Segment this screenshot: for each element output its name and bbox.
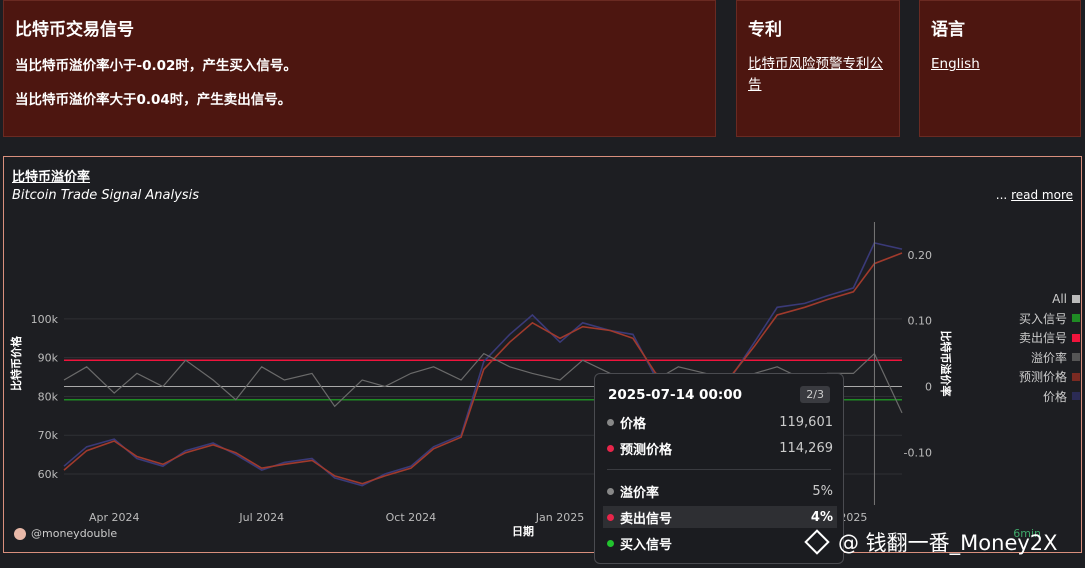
legend-item[interactable]: 买入信号	[1000, 309, 1080, 329]
watermark: @ 钱翻一番_Money2X	[804, 527, 1058, 557]
chart-legend: All 买入信号卖出信号溢价率预测价格价格	[1000, 289, 1080, 406]
author-handle: @moneydouble	[31, 527, 118, 540]
tooltip-row-predicted: 预测价格 114,269	[603, 437, 837, 459]
legend-swatch	[1072, 333, 1080, 342]
tooltip-row-premium: 溢价率 5%	[603, 480, 837, 502]
read-more-prefix: ...	[995, 188, 1008, 202]
tooltip-datetime: 2025-07-14 00:00	[608, 387, 743, 403]
patent-panel: 专利 比特币风险预警专利公告	[736, 0, 900, 137]
watermark-text: @ 钱翻一番_Money2X	[838, 531, 1058, 555]
legend-label: All	[1052, 291, 1067, 306]
sell-rule-text: 当比特币溢价率大于0.04时，产生卖出信号。	[15, 92, 292, 108]
sell-dot	[607, 513, 614, 521]
patent-link[interactable]: 比特币风险预警专利公告	[748, 54, 889, 96]
tooltip-value: 5%	[812, 483, 833, 499]
tooltip-value: 114,269	[779, 440, 833, 456]
x-tick-label: Jan 2025	[535, 511, 584, 524]
read-more-link[interactable]: read more	[1011, 188, 1073, 202]
price-dot	[607, 418, 614, 426]
y-right-tick-label: 0	[925, 381, 932, 394]
patent-title: 专利	[748, 20, 782, 40]
legend-swatch	[1072, 294, 1080, 303]
tooltip-label: 买入信号	[620, 537, 673, 553]
x-tick-label: Oct 2024	[386, 511, 437, 524]
buy-dot	[607, 539, 614, 547]
legend-swatch	[1072, 314, 1080, 323]
read-more[interactable]: ... read more	[996, 188, 1073, 202]
signals-panel: 比特币交易信号 当比特币溢价率小于-0.02时，产生买入信号。 当比特币溢价率大…	[3, 0, 716, 137]
legend-item[interactable]: 预测价格	[1000, 367, 1080, 387]
legend-label: 买入信号	[1018, 311, 1067, 326]
language-title: 语言	[931, 20, 965, 40]
legend-label: 价格	[1042, 389, 1067, 404]
y-left-tick-label: 70k	[38, 429, 59, 442]
legend-swatch	[1072, 392, 1080, 401]
predicted-dot	[607, 444, 614, 452]
x-tick-label: Apr 2024	[89, 511, 140, 524]
legend-label: 溢价率	[1030, 350, 1067, 365]
premium-dot	[607, 487, 614, 495]
y-left-tick-label: 90k	[38, 352, 59, 365]
x-tick-label: Jul 2024	[238, 511, 284, 524]
legend-item[interactable]: All	[1000, 289, 1080, 309]
tooltip-page: 2/3	[800, 386, 830, 403]
language-link[interactable]: English	[931, 54, 1070, 75]
chart-panel: 60k 70k 80k 90k 100k -0.10 0 0.10 0.20 Apr 2024 Ju…	[3, 156, 1082, 553]
tooltip-row-price: 价格 119,601	[603, 411, 837, 433]
language-panel: 语言 English	[919, 0, 1081, 137]
x-axis-title: 日期	[512, 524, 534, 538]
y-right-tick-label: -0.10	[904, 446, 932, 459]
tooltip-label: 溢价率	[620, 485, 660, 501]
tooltip-divider	[607, 469, 831, 470]
tooltip-value: 4%	[810, 509, 833, 525]
author-tag: @moneydouble	[14, 527, 117, 540]
y-left-tick-label: 60k	[38, 468, 59, 481]
signals-title: 比特币交易信号	[15, 20, 134, 40]
binance-logo-icon	[804, 529, 830, 555]
legend-label: 预测价格	[1018, 370, 1067, 385]
y-right-tick-label: 0.10	[908, 315, 933, 328]
legend-swatch	[1072, 353, 1080, 362]
legend-label: 卖出信号	[1018, 331, 1067, 346]
legend-item[interactable]: 价格	[1000, 387, 1080, 407]
avatar	[14, 527, 26, 540]
legend-item[interactable]: 溢价率	[1000, 348, 1080, 368]
buy-rule-text: 当比特币溢价率小于-0.02时，产生买入信号。	[15, 58, 297, 74]
chart-subtitle: Bitcoin Trade Signal Analysis	[12, 188, 199, 203]
tooltip-value: 119,601	[779, 414, 833, 430]
y-right-tick-label: 0.20	[908, 249, 933, 262]
y-left-tick-label: 80k	[38, 390, 59, 403]
legend-swatch	[1072, 372, 1080, 381]
y-left-axis-title: 比特币价格	[9, 335, 23, 391]
y-left-tick-label: 100k	[31, 313, 59, 326]
tooltip-label: 价格	[620, 416, 647, 432]
y-right-axis-title: 比特币溢价率	[939, 331, 953, 397]
chart-tooltip: 2025-07-14 00:00 2/3 价格 119,601 预测价格 114…	[594, 373, 844, 564]
tooltip-row-buy: 买入信号	[603, 532, 837, 554]
tooltip-label: 卖出信号	[620, 511, 673, 527]
chart-title[interactable]: 比特币溢价率	[12, 166, 90, 185]
premium-chart[interactable]: 60k 70k 80k 90k 100k -0.10 0 0.10 0.20 Apr 2024 Ju…	[4, 157, 1083, 554]
tooltip-row-sell: 卖出信号 4%	[603, 506, 837, 528]
legend-item[interactable]: 卖出信号	[1000, 328, 1080, 348]
tooltip-label: 预测价格	[620, 442, 673, 458]
